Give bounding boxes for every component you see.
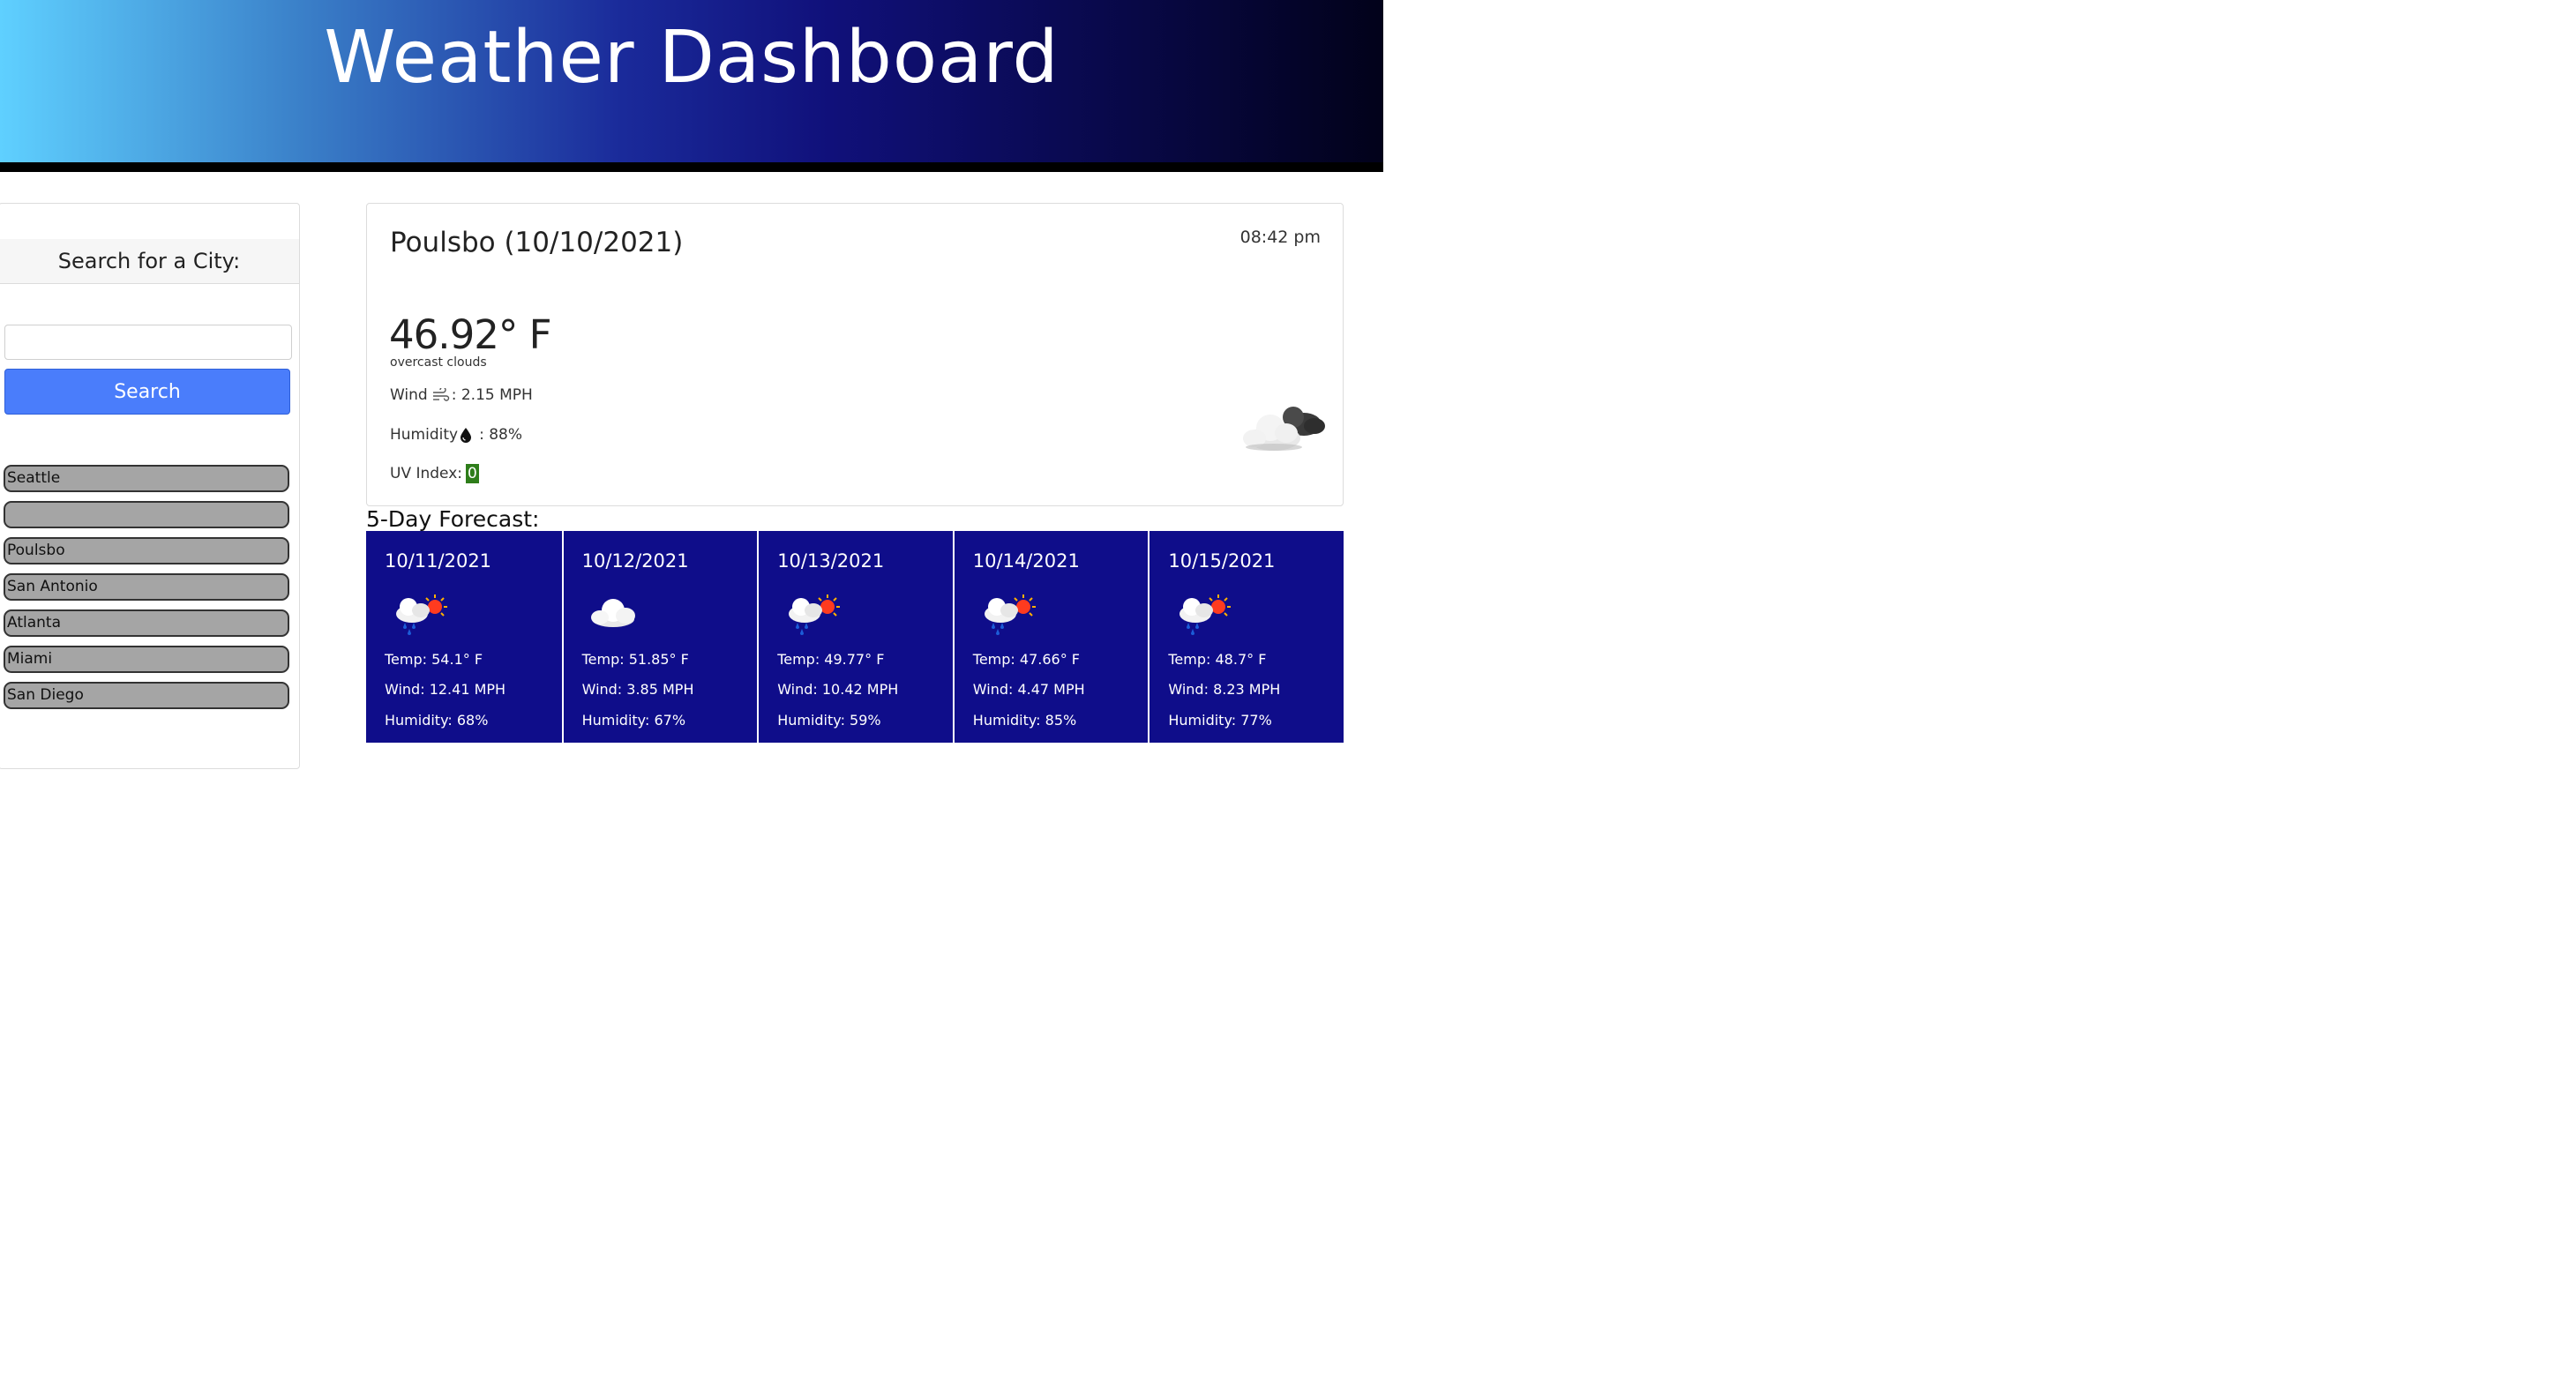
uv-row: UV Index: 0: [390, 464, 479, 483]
forecast-date: 10/15/2021: [1168, 550, 1276, 572]
history-item-san-antonio[interactable]: San Antonio: [4, 573, 289, 601]
history-item-seattle[interactable]: Seattle: [4, 465, 289, 492]
forecast-date: 10/12/2021: [581, 550, 689, 572]
current-temperature: 46.92° F: [389, 311, 552, 358]
forecast-humidity: Humidity: 77%: [1168, 712, 1272, 729]
forecast-date: 10/11/2021: [385, 550, 492, 572]
uv-index-badge: 0: [466, 464, 479, 483]
rain-sun-icon: [389, 593, 451, 640]
forecast-card: 10/12/2021 Temp: 51.85° F Wind: 3.85 MPH…: [561, 531, 758, 743]
search-button[interactable]: Search: [4, 369, 290, 415]
current-time: 08:42 pm: [1239, 228, 1321, 247]
wind-row: Wind : 2.15 MPH: [390, 386, 533, 404]
city-search-input[interactable]: [4, 325, 292, 360]
wind-icon: [432, 388, 450, 402]
forecast-row: 10/11/2021 Temp: 54.1° F Wind: 12.41 MPH…: [366, 531, 1344, 743]
wind-label: Wind: [390, 386, 428, 404]
cloud-icon: [587, 593, 648, 640]
forecast-humidity: Humidity: 59%: [777, 712, 881, 729]
search-heading: Search for a City:: [0, 239, 299, 284]
uv-label: UV Index:: [390, 465, 463, 482]
forecast-temp: Temp: 48.7° F: [1168, 651, 1267, 668]
humidity-value: : 88%: [479, 426, 523, 444]
forecast-heading: 5-Day Forecast:: [366, 506, 540, 532]
forecast-wind: Wind: 12.41 MPH: [385, 681, 506, 698]
city-date-title: Poulsbo (10/10/2021): [390, 227, 684, 258]
humidity-row: Humidity : 88%: [390, 426, 522, 444]
forecast-wind: Wind: 10.42 MPH: [777, 681, 899, 698]
search-history-list: Seattle Poulsbo San Antonio Atlanta Miam…: [4, 465, 289, 718]
forecast-wind: Wind: 4.47 MPH: [972, 681, 1085, 698]
overcast-clouds-icon: [1235, 400, 1332, 466]
rain-sun-icon: [1172, 593, 1234, 640]
wind-value: : 2.15 MPH: [451, 386, 533, 404]
history-item-miami[interactable]: Miami: [4, 646, 289, 673]
forecast-temp: Temp: 49.77° F: [777, 651, 885, 668]
current-weather-card: Poulsbo (10/10/2021) 08:42 pm 46.92° F o…: [366, 203, 1344, 506]
forecast-card: 10/13/2021 Temp: 49.77° F Wind: 10.42 MP…: [757, 531, 953, 743]
forecast-card: 10/11/2021 Temp: 54.1° F Wind: 12.41 MPH…: [366, 531, 562, 743]
history-item-san-diego[interactable]: San Diego: [4, 682, 289, 709]
history-item-empty[interactable]: [4, 501, 289, 528]
forecast-temp: Temp: 51.85° F: [581, 651, 689, 668]
forecast-humidity: Humidity: 85%: [972, 712, 1077, 729]
forecast-humidity: Humidity: 67%: [581, 712, 686, 729]
forecast-date: 10/13/2021: [777, 550, 885, 572]
forecast-card: 10/15/2021 Temp: 48.7° F Wind: 8.23 MPH …: [1148, 531, 1344, 743]
humidity-label: Humidity: [390, 426, 459, 444]
forecast-wind: Wind: 8.23 MPH: [1168, 681, 1281, 698]
forecast-temp: Temp: 54.1° F: [385, 651, 483, 668]
forecast-temp: Temp: 47.66° F: [972, 651, 1080, 668]
page-title: Weather Dashboard: [324, 16, 1060, 100]
search-sidebar: Search for a City: Search Seattle Poulsb…: [0, 203, 300, 769]
rain-sun-icon: [977, 593, 1039, 640]
history-item-poulsbo[interactable]: Poulsbo: [4, 537, 289, 564]
forecast-date: 10/14/2021: [972, 550, 1080, 572]
history-item-atlanta[interactable]: Atlanta: [4, 609, 289, 637]
weather-description: overcast clouds: [390, 355, 487, 370]
forecast-card: 10/14/2021 Temp: 47.66° F Wind: 4.47 MPH…: [952, 531, 1149, 743]
forecast-wind: Wind: 3.85 MPH: [581, 681, 694, 698]
rain-sun-icon: [782, 593, 843, 640]
droplet-icon: [460, 427, 472, 443]
page-header: Weather Dashboard: [0, 0, 1383, 172]
forecast-humidity: Humidity: 68%: [385, 712, 489, 729]
